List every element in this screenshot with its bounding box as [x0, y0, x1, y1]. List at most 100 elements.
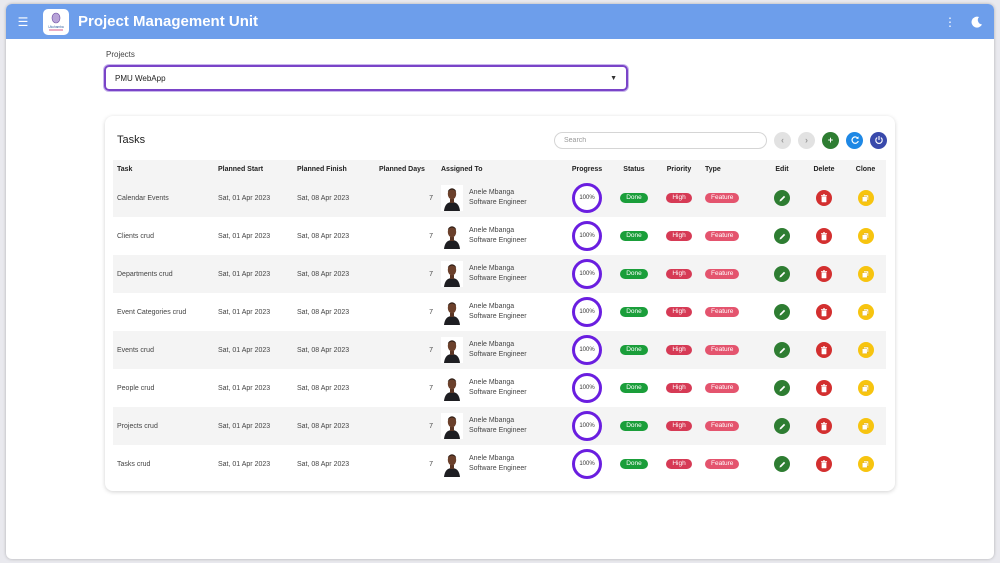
- assigned-to: Anele Mbanga Software Engineer: [437, 331, 563, 369]
- edit-cell: [761, 445, 803, 483]
- copy-icon[interactable]: [857, 380, 874, 396]
- pencil-icon[interactable]: [774, 342, 790, 358]
- chevron-left-icon[interactable]: ‹: [774, 131, 791, 149]
- status-badge: Done: [620, 193, 648, 203]
- project-select-value: PMU WebApp: [115, 73, 166, 83]
- task-name: People crud: [113, 369, 214, 407]
- header-status[interactable]: Status: [611, 160, 657, 179]
- table-row[interactable]: Projects crud Sat, 01 Apr 2023 Sat, 08 Apr…: [113, 407, 886, 445]
- pencil-icon[interactable]: [774, 456, 790, 472]
- priority-cell: High: [657, 407, 701, 445]
- progress-cell: 100%: [563, 445, 611, 483]
- status-badge: Done: [620, 383, 648, 393]
- clone-cell: [845, 255, 886, 293]
- table-row[interactable]: Tasks crud Sat, 01 Apr 2023 Sat, 08 Apr 20…: [113, 445, 886, 483]
- pencil-icon[interactable]: [774, 190, 790, 206]
- progress-cell: 100%: [563, 255, 611, 293]
- type-badge: Feature: [705, 421, 740, 431]
- avatar: [441, 185, 463, 211]
- trash-icon[interactable]: [816, 190, 832, 206]
- planned-start: Sat, 01 Apr 2023: [214, 255, 293, 293]
- planned-start: Sat, 01 Apr 2023: [214, 179, 293, 217]
- header-type[interactable]: Type: [701, 160, 761, 179]
- clone-cell: [845, 331, 886, 369]
- header-assigned-to[interactable]: Assigned To: [437, 160, 563, 179]
- type-badge: Feature: [705, 383, 740, 393]
- assignee-name: Anele Mbanga: [469, 455, 515, 462]
- pencil-icon[interactable]: [774, 266, 790, 282]
- header-progress[interactable]: Progress: [563, 160, 611, 179]
- tasks-title: Tasks: [117, 134, 146, 146]
- copy-icon[interactable]: [857, 456, 874, 472]
- header-planned-days[interactable]: Planned Days: [375, 160, 437, 179]
- assignee-role: Software Engineer: [469, 199, 527, 206]
- trash-icon[interactable]: [816, 228, 832, 244]
- copy-icon[interactable]: [857, 228, 874, 244]
- table-row[interactable]: Event Categories crud Sat, 01 Apr 2023 Sat…: [113, 293, 886, 331]
- planned-days: 7: [375, 369, 437, 407]
- refresh-icon[interactable]: [846, 131, 863, 149]
- header-planned-finish[interactable]: Planned Finish: [293, 160, 375, 179]
- pencil-icon[interactable]: [774, 418, 790, 434]
- type-cell: Feature: [701, 445, 761, 483]
- table-row[interactable]: People crud Sat, 01 Apr 2023 Sat, 08 Apr 2…: [113, 369, 886, 407]
- copy-icon[interactable]: [857, 342, 874, 358]
- header-planned-start[interactable]: Planned Start: [214, 160, 293, 179]
- pencil-icon[interactable]: [774, 380, 790, 396]
- copy-icon[interactable]: [857, 266, 874, 282]
- search-input[interactable]: [554, 131, 767, 149]
- priority-badge: High: [666, 269, 692, 279]
- pencil-icon[interactable]: [774, 304, 790, 320]
- status-cell: Done: [611, 293, 657, 331]
- priority-badge: High: [666, 193, 692, 203]
- table-row[interactable]: Departments crud Sat, 01 Apr 2023 Sat, 08 …: [113, 255, 886, 293]
- app-window: ☰ Ukuhamba Project Management Unit ⋮ Pro…: [6, 4, 994, 559]
- header-task[interactable]: Task: [113, 160, 214, 179]
- task-name: Projects crud: [113, 407, 214, 445]
- menu-icon[interactable]: ☰: [16, 15, 30, 29]
- project-select[interactable]: PMU WebApp ▼: [104, 65, 628, 91]
- status-cell: Done: [611, 407, 657, 445]
- trash-icon[interactable]: [816, 418, 832, 434]
- priority-cell: High: [657, 217, 701, 255]
- progress-ring: 100%: [572, 449, 602, 479]
- edit-cell: [761, 293, 803, 331]
- avatar: [441, 261, 463, 287]
- trash-icon[interactable]: [816, 266, 832, 282]
- type-badge: Feature: [705, 307, 740, 317]
- edit-cell: [761, 179, 803, 217]
- plus-icon[interactable]: +: [822, 131, 839, 149]
- type-cell: Feature: [701, 407, 761, 445]
- trash-icon[interactable]: [816, 342, 832, 358]
- table-row[interactable]: Events crud Sat, 01 Apr 2023 Sat, 08 Apr 2…: [113, 331, 886, 369]
- type-cell: Feature: [701, 369, 761, 407]
- copy-icon[interactable]: [857, 418, 874, 434]
- planned-days: 7: [375, 255, 437, 293]
- power-icon[interactable]: [870, 131, 887, 149]
- table-row[interactable]: Calendar Events Sat, 01 Apr 2023 Sat, 08 A…: [113, 179, 886, 217]
- clone-cell: [845, 179, 886, 217]
- copy-icon[interactable]: [857, 190, 874, 206]
- app-bar: ☰ Ukuhamba Project Management Unit ⋮: [6, 4, 994, 39]
- edit-cell: [761, 407, 803, 445]
- pencil-icon[interactable]: [774, 228, 790, 244]
- trash-icon[interactable]: [816, 380, 832, 396]
- delete-cell: [803, 445, 845, 483]
- status-cell: Done: [611, 255, 657, 293]
- chevron-right-icon[interactable]: ›: [798, 131, 815, 149]
- projects-field: Projects PMU WebApp ▼: [104, 50, 628, 91]
- trash-icon[interactable]: [816, 304, 832, 320]
- status-cell: Done: [611, 179, 657, 217]
- header-clone: Clone: [845, 160, 886, 179]
- moon-icon[interactable]: [970, 15, 984, 29]
- progress-ring: 100%: [572, 297, 602, 327]
- more-vert-icon[interactable]: ⋮: [944, 16, 956, 28]
- status-badge: Done: [620, 307, 648, 317]
- edit-cell: [761, 217, 803, 255]
- table-row[interactable]: Clients crud Sat, 01 Apr 2023 Sat, 08 Apr …: [113, 217, 886, 255]
- assignee-name: Anele Mbanga: [469, 341, 515, 348]
- avatar: [441, 451, 463, 477]
- header-priority[interactable]: Priority: [657, 160, 701, 179]
- copy-icon[interactable]: [857, 304, 874, 320]
- trash-icon[interactable]: [816, 456, 832, 472]
